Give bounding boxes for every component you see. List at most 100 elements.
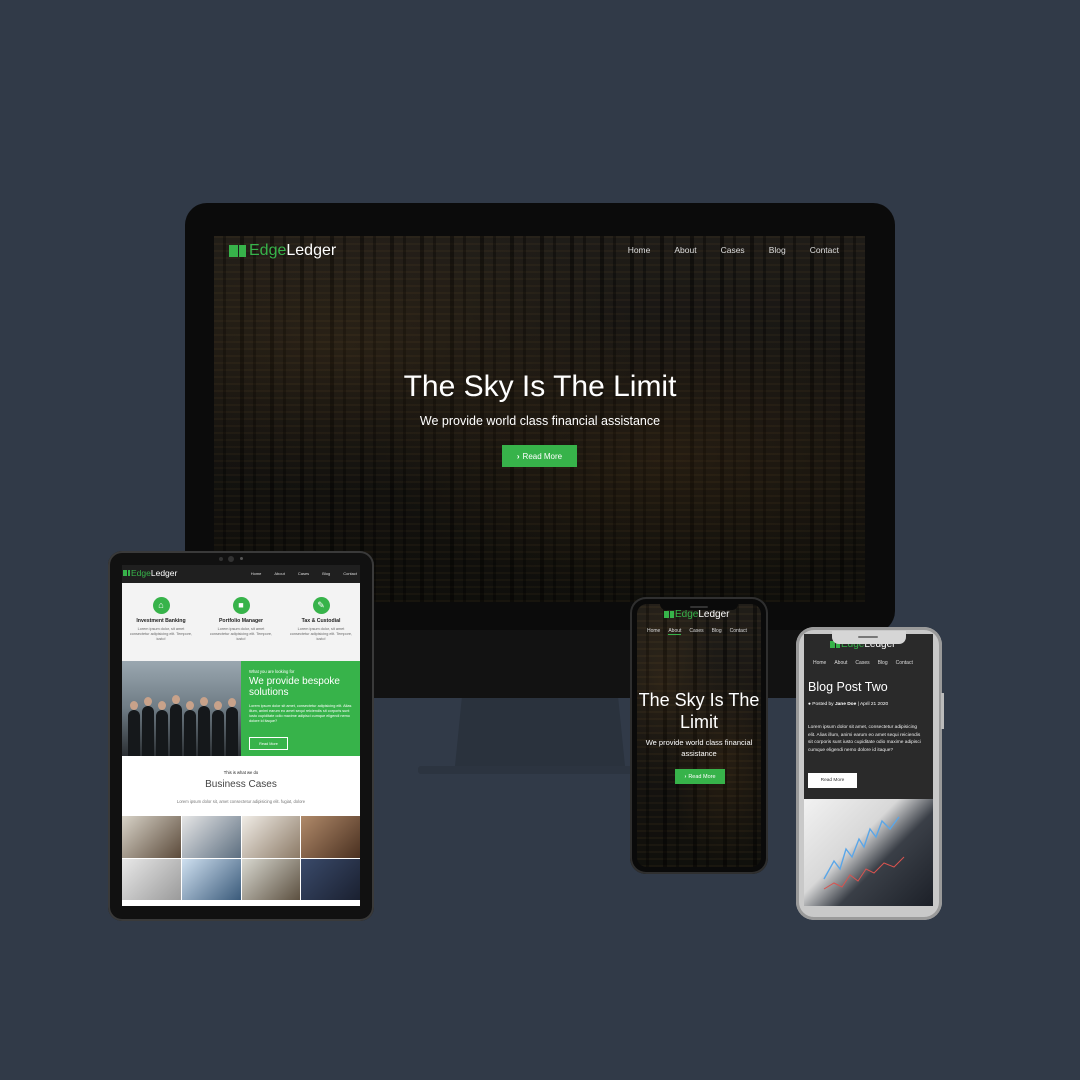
chevron-right-icon: › [516, 451, 520, 461]
nav-blog[interactable]: Blog [712, 628, 722, 635]
service-name: Investment Banking [136, 618, 186, 624]
nav-about[interactable]: About [834, 660, 847, 666]
phone1-screen: Edge Ledger Home About Cases Blog Contact… [637, 604, 761, 867]
bespoke-heading: We provide bespoke solutions [249, 676, 340, 698]
nav-blog[interactable]: Blog [769, 245, 786, 255]
service-desc: Lorem ipsum dolor, sit amet consectetur … [289, 627, 353, 641]
book-icon [123, 570, 130, 576]
desktop-nav: Home About Cases Blog Contact [628, 245, 839, 255]
book-icon [229, 245, 246, 257]
nav-about[interactable]: About [274, 571, 284, 576]
logo-edge-text: Edge [675, 609, 699, 620]
nav-home[interactable]: Home [813, 660, 826, 666]
case-image[interactable] [301, 816, 360, 858]
post-date: April 21 2020 [859, 702, 889, 707]
service-name: Tax & Custodial [301, 618, 341, 624]
read-more-label: Read More [688, 773, 716, 780]
phone1-hero-title: The Sky Is The Limit [638, 690, 760, 732]
phone1-nav: Home About Cases Blog Contact [647, 628, 747, 635]
team-member [156, 701, 168, 756]
desktop-logo[interactable]: Edge Ledger [229, 242, 336, 260]
nav-contact[interactable]: Contact [896, 660, 913, 666]
service-name: Portfolio Manager [218, 618, 264, 624]
phone1-logo[interactable]: Edge Ledger [664, 609, 730, 620]
logo-edge-text: Edge [249, 242, 287, 259]
bespoke-read-more-button[interactable]: Read More [249, 737, 288, 750]
team-member [226, 698, 238, 756]
read-more-button[interactable]: › Read More [502, 445, 577, 467]
case-image[interactable] [241, 858, 301, 900]
bespoke-kicker: What you are looking for [249, 669, 295, 674]
tablet-sensor-2 [240, 557, 243, 560]
cases-text: Lorem ipsum dolor sit, amet consectetur … [176, 799, 306, 804]
pencil-icon: ✎ [312, 597, 330, 614]
nav-home[interactable]: Home [628, 245, 651, 255]
bespoke-text: Lorem ipsum dolor sit amet, consectetur … [249, 704, 352, 723]
briefcase-icon: ■ [232, 597, 250, 614]
cases-kicker: This is what we do [223, 770, 259, 775]
author-name[interactable]: Jane Doe [835, 702, 856, 707]
bank-icon: ⌂ [152, 597, 170, 614]
tablet-sensor [219, 557, 223, 561]
phone1-hero-subtitle: We provide world class financial assista… [645, 738, 753, 758]
nav-about[interactable]: About [668, 628, 682, 635]
nav-cases[interactable]: Cases [298, 571, 309, 576]
stock-chart-graphic [823, 816, 905, 890]
service-tax-custodial: ✎ Tax & Custodial Lorem ipsum dolor, sit… [282, 583, 360, 642]
monitor-stand [455, 698, 625, 766]
service-desc: Lorem ipsum dolor, sit amet consectetur … [129, 627, 193, 641]
cases-gallery [122, 816, 360, 900]
phone1-speaker [690, 606, 708, 608]
service-desc: Lorem ipsum dolor, sit amet consectetur … [209, 627, 273, 641]
case-image[interactable] [241, 816, 301, 858]
monitor-base [418, 766, 664, 774]
phone1-read-more-button[interactable]: › Read More [675, 769, 725, 784]
logo-edge-text: Edge [131, 568, 151, 578]
case-image[interactable] [181, 858, 241, 900]
logo-ledger-text: Ledger [698, 609, 730, 620]
posted-by-label: Posted by [812, 702, 834, 707]
nav-blog[interactable]: Blog [322, 571, 330, 576]
team-member [128, 701, 140, 756]
team-member [198, 697, 210, 756]
service-investment-banking: ⌂ Investment Banking Lorem ipsum dolor, … [122, 583, 200, 642]
nav-home[interactable]: Home [251, 571, 262, 576]
tablet-nav: Home About Cases Blog Contact [251, 571, 357, 576]
read-more-label: Read More [522, 451, 563, 461]
case-image[interactable] [301, 858, 360, 900]
user-icon: ● [808, 702, 811, 707]
blog-post-body: Lorem ipsum dolor sit amet, consectetur … [808, 725, 921, 753]
blog-post-title: Blog Post Two [808, 680, 888, 694]
nav-contact[interactable]: Contact [810, 245, 839, 255]
nav-cases[interactable]: Cases [689, 628, 703, 635]
nav-cases[interactable]: Cases [721, 245, 745, 255]
team-member [212, 701, 224, 756]
team-member [184, 701, 196, 756]
book-icon [664, 611, 674, 618]
cases-heading: Business Cases [205, 779, 277, 790]
nav-contact[interactable]: Contact [343, 571, 357, 576]
case-image[interactable] [122, 858, 181, 900]
stock-chart-image [804, 799, 933, 906]
tablet-camera [228, 556, 234, 562]
tablet-logo[interactable]: Edge Ledger [123, 568, 177, 578]
chevron-right-icon: › [684, 773, 687, 780]
nav-cases[interactable]: Cases [855, 660, 869, 666]
nav-contact[interactable]: Contact [730, 628, 747, 635]
service-portfolio-manager: ■ Portfolio Manager Lorem ipsum dolor, s… [202, 583, 280, 642]
team-member [170, 695, 182, 756]
team-member [142, 697, 154, 756]
blog-read-more-button[interactable]: Read More [808, 773, 857, 788]
nav-blog[interactable]: Blog [878, 660, 888, 666]
phone2-speaker [858, 636, 878, 638]
bespoke-section: What you are looking for We provide besp… [241, 661, 360, 756]
meta-separator: | [857, 702, 859, 707]
phone2-screen: Edge Ledger Home About Cases Blog Contact… [804, 634, 933, 906]
tablet-screen: Edge Ledger Home About Cases Blog Contact… [122, 565, 360, 906]
nav-about[interactable]: About [674, 245, 696, 255]
blog-post-meta: ● Posted by Jane Doe | April 21 2020 [808, 702, 888, 707]
hero-overlay [637, 604, 761, 867]
nav-home[interactable]: Home [647, 628, 660, 635]
case-image[interactable] [181, 816, 241, 858]
case-image[interactable] [122, 816, 181, 858]
